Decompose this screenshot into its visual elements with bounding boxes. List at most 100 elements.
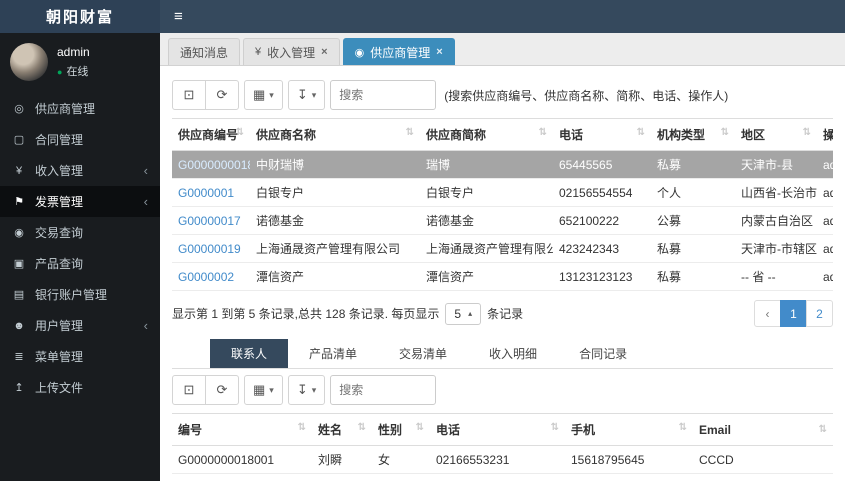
column-header-region[interactable]: ⇅ 地区 xyxy=(735,119,817,151)
cell-name: 中财瑞博 xyxy=(250,150,420,179)
columns-button[interactable]: ▦ ▾ xyxy=(244,375,283,405)
refresh-button[interactable]: ⟳ xyxy=(205,80,239,110)
export-button[interactable]: ↧ ▾ xyxy=(287,375,326,405)
supplier-id-link[interactable]: G0000001 xyxy=(178,186,234,200)
refresh-icon: ⟳ xyxy=(216,87,228,102)
table-row[interactable]: G00000019 上海通晟资产管理有限公司 上海通晟资产管理有限公司 4232… xyxy=(172,234,833,263)
cell-short: 诺德基金 xyxy=(420,206,553,235)
sort-icon: ⇅ xyxy=(297,422,306,433)
sort-icon: ⇅ xyxy=(636,127,645,138)
detail-view-icon: ⊡ xyxy=(183,382,195,397)
sidebar-item-label: 上传文件 xyxy=(35,381,84,395)
column-label: 编号 xyxy=(178,423,203,437)
column-header-contact-id[interactable]: ⇅ 编号 xyxy=(172,414,312,446)
page-1-button[interactable]: 1 xyxy=(780,300,807,327)
cell-short: 上海通晟资产管理有限公司 xyxy=(420,234,553,263)
column-header-phone[interactable]: ⇅ 电话 xyxy=(430,414,565,446)
supplier-search-input[interactable] xyxy=(330,80,437,110)
sidebar-item-trade-query[interactable]: ◉ 交易查询 xyxy=(0,217,160,248)
sidebar-item-upload-file[interactable]: ↥ 上传文件 xyxy=(0,372,160,403)
supplier-id-link[interactable]: G00000019 xyxy=(178,242,241,256)
column-label: 手机 xyxy=(571,423,596,437)
sidebar-item-income-mgmt[interactable]: ¥ 收入管理 ‹ xyxy=(0,155,160,186)
supplier-table-wrap: ⇅供应商编号 ⇅ 供应商名称 ⇅ 供应商简称 ⇅ 电话 ⇅ 机构类型 ⇅ 地区 操作人 xyxy=(172,118,833,291)
table-row[interactable]: G0000001 白银专户 白银专户 02156554554 个人 山西省-长治… xyxy=(172,178,833,207)
supplier-id-link[interactable]: G0000002 xyxy=(178,270,234,284)
sidebar-toggle-icon[interactable]: ≡ xyxy=(174,9,183,24)
table-row[interactable]: G0000000018001 刘瞬 女 02166553231 15618795… xyxy=(172,445,833,474)
cell-short: 瑞博 xyxy=(420,150,553,179)
cell-region: 山西省-长治市 xyxy=(735,178,817,207)
supplier-toolbar: ⊡ ⟳ ▦▾ ↧▾ (搜索供应商编号、供应商名称、简称、电话、操作人) xyxy=(172,80,833,110)
close-icon[interactable]: × xyxy=(436,46,442,58)
column-header-supplier-short[interactable]: ⇅ 供应商简称 xyxy=(420,119,553,151)
cell-type: 私募 xyxy=(651,150,735,179)
supplier-id-link[interactable]: G0000000018 xyxy=(178,158,250,172)
supplier-table: ⇅供应商编号 ⇅ 供应商名称 ⇅ 供应商简称 ⇅ 电话 ⇅ 机构类型 ⇅ 地区 操作人 xyxy=(172,119,833,291)
column-header-mobile[interactable]: ⇅ 手机 xyxy=(565,414,693,446)
cell-type: 私募 xyxy=(651,234,735,263)
refresh-button[interactable]: ⟳ xyxy=(205,375,239,405)
tab-notifications[interactable]: 通知消息 xyxy=(168,38,241,65)
column-label: Email xyxy=(699,422,732,437)
tab-supplier-mgmt[interactable]: ◉ 供应商管理 × xyxy=(342,38,455,65)
tab-income-mgmt[interactable]: ¥ 收入管理 × xyxy=(243,38,340,65)
column-header-supplier-name[interactable]: ⇅ 供应商名称 xyxy=(250,119,420,151)
toggle-view-button[interactable]: ⊡ xyxy=(172,80,206,110)
cell-type: 个人 xyxy=(651,178,735,207)
close-icon[interactable]: × xyxy=(321,46,327,58)
detail-tab-products[interactable]: 产品清单 xyxy=(288,339,378,368)
sort-icon: ⇅ xyxy=(802,127,811,138)
page-2-button[interactable]: 2 xyxy=(806,300,833,327)
sidebar-item-invoice-mgmt[interactable]: ⚑ 发票管理 ‹ xyxy=(0,186,160,217)
column-header-phone[interactable]: ⇅ 电话 xyxy=(553,119,651,151)
page-prev-button[interactable]: ‹ xyxy=(754,300,781,327)
trade-icon: ◉ xyxy=(14,227,24,239)
sort-icon: ⇅ xyxy=(818,423,827,435)
brand-logo[interactable]: 朝阳财富 xyxy=(0,0,160,33)
tab-strip: 通知消息 ¥ 收入管理 × ◉ 供应商管理 × xyxy=(160,33,845,66)
table-row[interactable]: G0000002 潭信资产 潭信资产 13123123123 私募 -- 省 -… xyxy=(172,262,833,291)
bank-icon: ▤ xyxy=(13,289,25,301)
column-label: 供应商编号 xyxy=(178,128,239,142)
sidebar-item-user-mgmt[interactable]: ☻ 用户管理 ‹ xyxy=(0,310,160,341)
user-status: ● 在线 xyxy=(57,63,90,79)
content-area: 通知消息 ¥ 收入管理 × ◉ 供应商管理 × ⊡ ⟳ ▦ ▾ ↧ ▾ 搜索 (… xyxy=(160,33,845,481)
toggle-view-button[interactable]: ⊡ xyxy=(172,375,206,405)
column-header-org-type[interactable]: ⇅ 机构类型 xyxy=(651,119,735,151)
page-size-value: 5 xyxy=(454,306,462,321)
contacts-search-input[interactable] xyxy=(330,375,437,405)
user-panel: admin ● 在线 xyxy=(0,33,160,93)
column-header-gender[interactable]: ⇅ 性别 xyxy=(372,414,430,446)
column-header-name[interactable]: ⇅ 姓名 xyxy=(312,414,372,446)
export-button[interactable]: ↧ ▾ xyxy=(287,80,326,110)
table-row[interactable]: G00000017 诺德基金 诺德基金 652100222 公募 内蒙古自治区 … xyxy=(172,206,833,235)
column-header-email[interactable]: ⇅ Email xyxy=(693,414,833,446)
sidebar-item-label: 收入管理 xyxy=(35,164,84,178)
detail-tab-contracts[interactable]: 合同记录 xyxy=(558,339,648,368)
column-label: 性别 xyxy=(378,423,403,437)
page-size-select[interactable]: 5 ▴ xyxy=(445,302,482,325)
detail-tab-income[interactable]: 收入明细 xyxy=(468,339,558,368)
sidebar-item-label: 菜单管理 xyxy=(35,350,84,364)
sidebar-item-contract-mgmt[interactable]: ▢ 合同管理 xyxy=(0,124,160,155)
column-header-operator[interactable]: 操作人 xyxy=(817,119,833,151)
columns-button[interactable]: ▦ ▾ xyxy=(244,80,283,110)
export-icon: ↧ xyxy=(296,382,308,397)
column-label: 姓名 xyxy=(318,423,343,437)
sidebar-item-bank-account-mgmt[interactable]: ▤ 银行账户管理 xyxy=(0,279,160,310)
refresh-icon: ⟳ xyxy=(216,382,228,397)
detail-tab-contacts[interactable]: 联系人 xyxy=(210,339,289,368)
users-icon: ☻ xyxy=(13,319,25,332)
detail-tab-trades[interactable]: 交易清单 xyxy=(378,339,468,368)
column-header-supplier-id[interactable]: ⇅ 供应商编号 xyxy=(172,119,250,151)
supplier-id-link[interactable]: G00000017 xyxy=(178,214,241,228)
sidebar-item-supplier-mgmt[interactable]: ◎ 供应商管理 xyxy=(0,93,160,124)
sidebar-item-product-query[interactable]: ▣ 产品查询 xyxy=(0,248,160,279)
cell-short: 潭信资产 xyxy=(420,262,553,291)
caret-down-icon: ▾ xyxy=(311,384,317,395)
cell-name: 上海通晟资产管理有限公司 xyxy=(250,234,420,263)
table-row[interactable]: G0000000018002 刘地方 男 0216324324324 18245… xyxy=(172,473,833,481)
table-row[interactable]: G0000000018 中财瑞博 瑞博 65445565 私募 天津市-县 ad xyxy=(172,150,833,179)
sidebar-item-menu-mgmt[interactable]: ≣ 菜单管理 xyxy=(0,341,160,372)
